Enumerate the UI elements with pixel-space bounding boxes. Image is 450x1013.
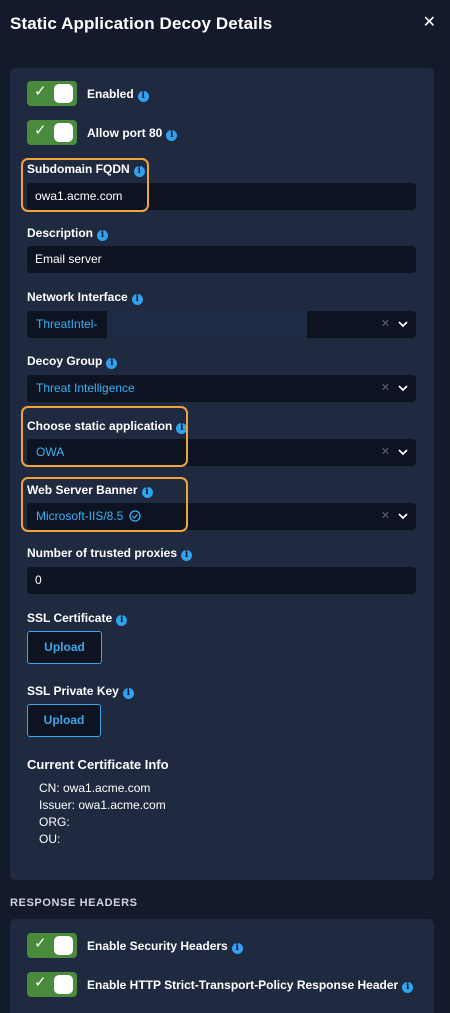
info-icon[interactable]: i: [97, 230, 109, 241]
close-icon[interactable]: ✕: [423, 12, 436, 32]
clear-icon[interactable]: ✕: [381, 439, 390, 466]
toggle-knob: [54, 123, 73, 142]
info-icon[interactable]: i: [122, 688, 134, 699]
web-server-banner-select[interactable]: Microsoft-IIS/8.5 ✕: [27, 503, 416, 530]
toggle-knob: [54, 84, 73, 103]
certificate-org: ORG:: [39, 815, 70, 829]
chevron-down-icon[interactable]: [398, 384, 408, 392]
security-headers-label-text: Enable Security Headers: [87, 939, 228, 953]
allow-port-80-label: Allow port 80 i: [87, 126, 178, 141]
check-icon: ✓: [34, 122, 47, 139]
info-icon[interactable]: i: [116, 615, 128, 626]
security-headers-label: Enable Security Headers i: [87, 939, 243, 954]
web-server-banner-value-text: Microsoft-IIS/8.5: [36, 509, 124, 523]
static-application-value: OWA: [36, 445, 65, 459]
decoy-group-label-text: Decoy Group: [27, 354, 103, 368]
network-interface-value: ThreatIntel-: [36, 317, 98, 331]
chevron-down-icon[interactable]: [398, 320, 408, 328]
network-interface-label: Network Interface i: [27, 290, 143, 305]
info-icon[interactable]: i: [402, 982, 414, 993]
info-icon[interactable]: i: [181, 550, 193, 561]
ssl-certificate-label-text: SSL Certificate: [27, 611, 113, 625]
hsts-label: Enable HTTP Strict-Transport-Policy Resp…: [87, 978, 414, 993]
description-label: Description i: [27, 226, 109, 241]
description-input[interactable]: Email server: [27, 246, 416, 273]
trusted-proxies-label: Number of trusted proxies i: [27, 546, 193, 561]
trusted-proxies-label-text: Number of trusted proxies: [27, 546, 178, 560]
ssl-certificate-label: SSL Certificate i: [27, 611, 128, 626]
chevron-down-icon[interactable]: [398, 448, 408, 456]
web-server-banner-label-text: Web Server Banner: [27, 483, 138, 497]
clear-icon[interactable]: ✕: [381, 503, 390, 530]
verified-check-icon: [129, 510, 142, 522]
clear-icon[interactable]: ✕: [381, 311, 390, 338]
clear-icon[interactable]: ✕: [381, 375, 390, 402]
info-icon[interactable]: i: [133, 166, 145, 177]
security-headers-toggle[interactable]: ✓: [27, 933, 77, 958]
decoy-group-value: Threat Intelligence: [36, 381, 135, 395]
info-icon[interactable]: i: [131, 294, 143, 305]
decoy-group-label: Decoy Group i: [27, 354, 118, 369]
ssl-private-key-upload-button[interactable]: Upload: [27, 704, 101, 737]
enabled-label: Enabled i: [87, 87, 149, 102]
info-icon[interactable]: i: [231, 943, 243, 954]
subdomain-input[interactable]: owa1.acme.com: [27, 183, 416, 210]
info-icon[interactable]: i: [137, 91, 149, 102]
static-application-label: Choose static application i: [27, 419, 188, 434]
toggle-knob: [54, 975, 73, 994]
enabled-label-text: Enabled: [87, 87, 134, 101]
ssl-certificate-upload-button[interactable]: Upload: [27, 631, 102, 664]
certificate-issuer: Issuer: owa1.acme.com: [39, 798, 166, 812]
description-label-text: Description: [27, 226, 94, 240]
web-server-banner-value: Microsoft-IIS/8.5: [36, 503, 142, 530]
info-icon[interactable]: i: [176, 423, 188, 434]
chevron-down-icon[interactable]: [398, 512, 408, 520]
info-icon[interactable]: i: [141, 487, 153, 498]
certificate-cn: CN: owa1.acme.com: [39, 781, 151, 795]
enabled-toggle[interactable]: ✓: [27, 81, 77, 106]
info-icon[interactable]: i: [166, 130, 178, 141]
network-interface-select[interactable]: ThreatIntel- ✕: [27, 311, 416, 338]
certificate-info-title: Current Certificate Info: [27, 757, 169, 772]
decoy-group-select[interactable]: Threat Intelligence ✕: [27, 375, 416, 402]
certificate-ou: OU:: [39, 832, 61, 846]
network-interface-label-text: Network Interface: [27, 290, 128, 304]
response-headers-heading: RESPONSE HEADERS: [10, 897, 138, 909]
trusted-proxies-input[interactable]: 0: [27, 567, 416, 594]
hsts-toggle[interactable]: ✓: [27, 972, 77, 997]
allow-port-80-toggle[interactable]: ✓: [27, 120, 77, 145]
check-icon: ✓: [34, 935, 47, 952]
toggle-knob: [54, 936, 73, 955]
subdomain-label-text: Subdomain FQDN: [27, 162, 130, 176]
static-application-select[interactable]: OWA ✕: [27, 439, 416, 466]
static-application-label-text: Choose static application: [27, 419, 173, 433]
web-server-banner-label: Web Server Banner i: [27, 483, 153, 498]
subdomain-label: Subdomain FQDN i: [27, 162, 145, 177]
redacted-block: [107, 311, 307, 338]
ssl-private-key-label-text: SSL Private Key: [27, 684, 119, 698]
page-title: Static Application Decoy Details: [10, 14, 273, 33]
allow-port-80-label-text: Allow port 80: [87, 126, 163, 140]
check-icon: ✓: [34, 974, 47, 991]
info-icon[interactable]: i: [106, 358, 118, 369]
hsts-label-text: Enable HTTP Strict-Transport-Policy Resp…: [87, 978, 399, 992]
ssl-private-key-label: SSL Private Key i: [27, 684, 134, 699]
check-icon: ✓: [34, 83, 47, 100]
